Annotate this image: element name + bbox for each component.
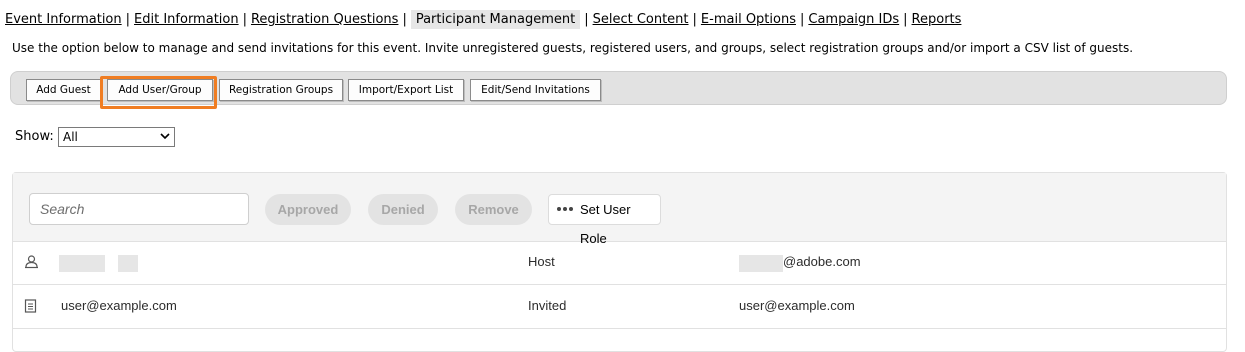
chevron-down-icon <box>160 133 170 140</box>
nav-participant-management[interactable]: Participant Management <box>410 10 581 29</box>
participant-status: Invited <box>528 298 567 313</box>
nav-separator: | <box>125 12 131 27</box>
intro-text: Use the option below to manage and send … <box>12 41 1134 55</box>
top-navigation: Event Information | Edit Information | Regis… <box>5 10 962 29</box>
nav-select-content[interactable]: Select Content <box>593 12 689 27</box>
nav-email-options[interactable]: E-mail Options <box>701 12 796 27</box>
remove-button[interactable]: Remove <box>455 194 532 225</box>
participant-email: user@example.com <box>739 298 855 313</box>
approved-button[interactable]: Approved <box>265 194 351 225</box>
nav-separator: | <box>584 12 589 27</box>
show-select[interactable]: All <box>58 127 175 147</box>
participant-name: user@example.com <box>61 298 177 313</box>
edit-send-invitations-button[interactable]: Edit/Send Invitations <box>470 79 601 101</box>
import-export-list-button[interactable]: Import/Export List <box>348 79 464 101</box>
participant-email: @adobe.com <box>783 254 861 269</box>
add-user-group-button[interactable]: Add User/Group <box>107 79 213 101</box>
invite-icon <box>24 299 37 313</box>
nav-separator: | <box>402 12 407 27</box>
set-user-role-button[interactable]: Set User Role <box>548 194 661 246</box>
nav-edit-information[interactable]: Edit Information <box>134 12 239 27</box>
nav-reports[interactable]: Reports <box>912 12 962 27</box>
participants-panel: Search Approved Denied Remove Set User R… <box>12 172 1227 352</box>
add-guest-button[interactable]: Add Guest <box>26 79 101 101</box>
nav-separator: | <box>799 12 805 27</box>
denied-button[interactable]: Denied <box>368 194 438 225</box>
redacted-name <box>59 255 105 272</box>
nav-event-information[interactable]: Event Information <box>5 12 122 27</box>
show-select-value: All <box>63 130 78 144</box>
search-input[interactable]: Search <box>29 193 249 225</box>
participant-toolbar: Add Guest Add User/Group Registration Gr… <box>10 71 1227 105</box>
nav-registration-questions[interactable]: Registration Questions <box>251 12 398 27</box>
nav-separator: | <box>903 12 908 27</box>
nav-separator: | <box>242 12 247 27</box>
participant-status: Host <box>528 254 555 269</box>
host-icon <box>25 255 38 269</box>
more-dots-icon <box>557 207 573 211</box>
table-row[interactable]: user@example.com Invited user@example.co… <box>13 285 1226 329</box>
panel-header: Search Approved Denied Remove Set User R… <box>13 173 1226 246</box>
redacted-email <box>739 255 783 272</box>
table-row[interactable]: Host @adobe.com <box>13 241 1226 285</box>
redacted-name <box>118 255 138 272</box>
nav-separator: | <box>692 12 697 27</box>
show-label: Show: <box>15 129 54 144</box>
nav-campaign-ids[interactable]: Campaign IDs <box>808 12 899 27</box>
registration-groups-button[interactable]: Registration Groups <box>219 79 343 101</box>
